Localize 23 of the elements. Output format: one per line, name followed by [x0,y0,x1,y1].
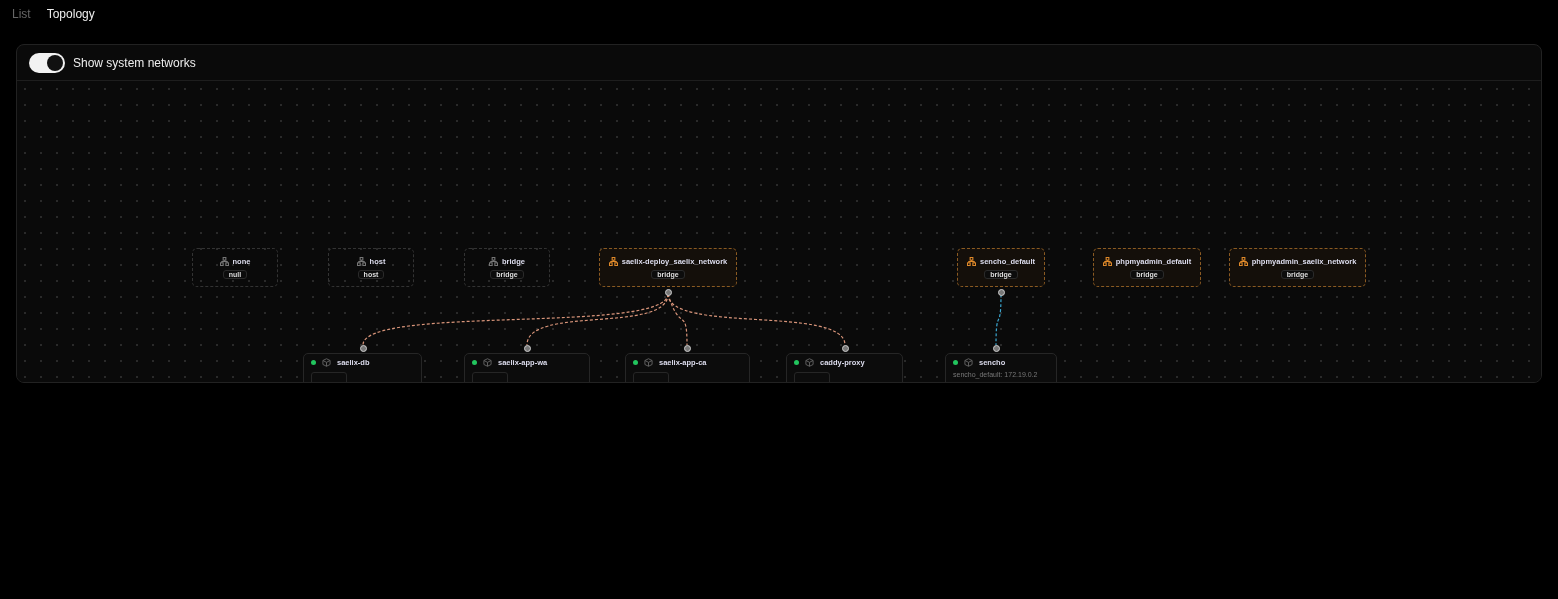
connection-handle[interactable] [360,345,367,352]
network-icon [1238,256,1248,266]
network-icon [219,256,229,266]
tab[interactable]: Topology [40,4,101,24]
connection-handle[interactable] [524,345,531,352]
cube-icon [644,358,653,367]
network-icon [1102,256,1112,266]
network-icon [489,256,499,266]
cube-icon [805,358,814,367]
connection-handle[interactable] [842,345,849,352]
cube-icon [483,358,492,367]
toggle-label: Show system networks [73,55,196,70]
connection-handle[interactable] [993,345,1000,352]
network-icon [967,256,976,266]
cube-icon [964,358,973,367]
tab[interactable]: List [6,4,37,24]
network-icon [356,256,366,266]
cube-icon [322,358,331,367]
connection-handle[interactable] [998,289,1005,296]
network-icon [608,256,618,266]
connection-handle[interactable] [665,289,672,296]
connection-handle[interactable] [684,345,691,352]
toggle-switch[interactable] [29,52,65,73]
